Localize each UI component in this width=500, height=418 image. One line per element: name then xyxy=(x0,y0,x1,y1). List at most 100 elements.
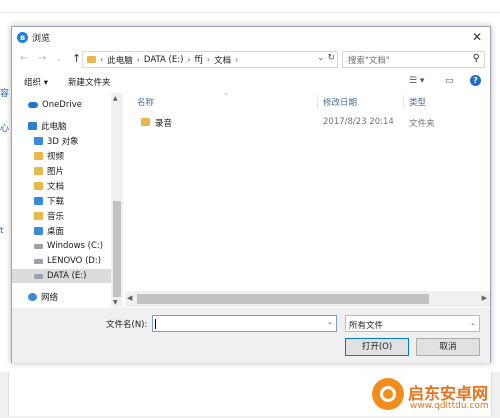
column-header-name[interactable]: 名称 xyxy=(137,96,154,108)
chevron-right-icon[interactable]: › xyxy=(100,55,103,64)
nav-item-label: OneDrive xyxy=(42,100,82,110)
nav-item-network[interactable]: 网络 xyxy=(28,290,58,304)
address-bar[interactable]: › 此电脑 › DATA (E:) › ffj › 文档 › ⌄ ↻ xyxy=(82,51,338,68)
file-list: ⌃ 名称 修改日期 类型 录音 2017/8/23 20:14 文件夹 xyxy=(125,92,490,307)
chevron-right-icon[interactable]: › xyxy=(187,55,190,64)
forward-arrow-icon[interactable]: → xyxy=(38,53,46,64)
new-folder-button[interactable]: 新建文件夹 xyxy=(68,76,111,88)
back-arrow-icon[interactable]: ← xyxy=(20,53,28,64)
breadcrumb-item[interactable]: 文档 xyxy=(214,54,231,66)
nav-item-desktop[interactable]: 桌面 xyxy=(34,224,64,238)
file-type: 文件夹 xyxy=(409,119,435,129)
sort-indicator-icon: ⌃ xyxy=(223,92,229,100)
text-caret xyxy=(155,319,156,329)
file-row[interactable]: 录音 2017/8/23 20:14 文件夹 xyxy=(125,114,490,130)
watermark-url: www.qdlttdu.com xyxy=(410,401,489,411)
nav-item-label: 音乐 xyxy=(47,212,65,222)
nav-item-label: LENOVO (D:) xyxy=(47,256,102,266)
scroll-left-icon[interactable]: ◀ xyxy=(127,294,132,302)
drive-d-icon xyxy=(34,258,43,264)
preview-pane-icon[interactable]: ▭ xyxy=(445,76,454,86)
nav-item-this-pc[interactable]: 此电脑 xyxy=(28,119,67,133)
nav-item-documents[interactable]: 文档 xyxy=(34,179,64,193)
nav-item-drive-d[interactable]: LENOVO (D:) xyxy=(34,254,101,268)
nav-item-label: 此电脑 xyxy=(41,122,67,132)
nav-item-drive-e[interactable]: DATA (E:) xyxy=(12,269,111,283)
background-text: 容 xyxy=(0,89,10,99)
scroll-down-icon[interactable]: ▼ xyxy=(113,299,118,306)
dialog-footer: 文件名(N): ⌄ 所有文件 ⌄ 打开(O) 取消 xyxy=(12,308,490,363)
view-options-icon[interactable]: ☰ ▾ xyxy=(409,76,424,86)
background-divider xyxy=(0,12,500,13)
nav-item-label: 网络 xyxy=(41,293,59,303)
close-button[interactable]: ✕ xyxy=(470,29,484,45)
nav-item-pictures[interactable]: 图片 xyxy=(34,164,64,178)
nav-item-label: DATA (E:) xyxy=(47,271,87,281)
chevron-right-icon[interactable]: › xyxy=(207,55,210,64)
recent-locations-icon[interactable]: ⌄ xyxy=(56,55,62,63)
folder-icon xyxy=(141,118,150,126)
help-icon[interactable]: ? xyxy=(470,75,481,86)
up-arrow-icon[interactable]: ↑ xyxy=(72,52,81,65)
search-input[interactable]: 搜索"文档" ⚲ xyxy=(342,51,485,68)
nav-item-downloads[interactable]: 下载 xyxy=(34,194,64,208)
app-icon: ʙ xyxy=(17,32,28,43)
drive-e-icon xyxy=(34,273,43,279)
scrollbar-thumb[interactable] xyxy=(113,201,121,297)
file-name: 录音 xyxy=(155,119,173,129)
nav-item-videos[interactable]: 视频 xyxy=(34,149,64,163)
folder-3d-icon xyxy=(34,137,43,145)
this-pc-icon xyxy=(28,122,37,130)
column-header-type[interactable]: 类型 xyxy=(409,96,426,108)
nav-item-label: 下载 xyxy=(47,197,65,207)
nav-item-label: 文档 xyxy=(47,182,65,192)
nav-item-label: Windows (C:) xyxy=(47,241,104,251)
breadcrumb-item[interactable]: ffj xyxy=(195,55,203,65)
file-list-hscrollbar[interactable]: ◀ ▶ xyxy=(125,291,490,307)
music-folder-icon xyxy=(34,212,43,220)
drive-c-icon xyxy=(34,243,43,249)
title-bar[interactable]: ʙ 浏览 ✕ xyxy=(12,27,490,47)
column-divider[interactable] xyxy=(317,95,318,109)
breadcrumb-item[interactable]: DATA (E:) xyxy=(144,55,183,65)
file-name-label: 文件名(N): xyxy=(106,320,148,330)
navigation-bar: ← → ⌄ ↑ › 此电脑 › DATA (E:) › ffj › 文档 › ⌄… xyxy=(12,48,490,70)
nav-item-drive-c[interactable]: Windows (C:) xyxy=(34,239,103,253)
nav-item-music[interactable]: 音乐 xyxy=(34,209,64,223)
chevron-right-icon[interactable]: › xyxy=(235,55,238,64)
scrollbar-thumb[interactable] xyxy=(137,294,429,304)
watermark-circle-icon xyxy=(372,378,404,410)
browse-dialog: ʙ 浏览 ✕ ← → ⌄ ↑ › 此电脑 › DATA (E:) › ffj ›… xyxy=(11,26,491,363)
nav-item-label: 视频 xyxy=(47,152,65,162)
toolbar: 组织 ▾ 新建文件夹 ☰ ▾ ▭ ? xyxy=(12,72,490,92)
address-history-icon[interactable]: ⌄ ↻ xyxy=(317,53,335,63)
organize-button[interactable]: 组织 ▾ xyxy=(24,76,48,88)
folder-icon xyxy=(87,56,96,63)
chevron-down-icon: ⌄ xyxy=(470,319,476,327)
column-header-date[interactable]: 修改日期 xyxy=(323,96,357,108)
breadcrumb-item[interactable]: 此电脑 xyxy=(107,54,133,66)
close-icon: ✕ xyxy=(471,30,483,44)
nav-pane-scrollbar[interactable]: ▲ ▼ xyxy=(111,93,123,307)
nav-item-3d-objects[interactable]: 3D 对象 xyxy=(34,134,79,148)
navigation-pane: OneDrive 此电脑 3D 对象 视频 图片 文档 下载 音乐 桌面 Win… xyxy=(12,93,124,307)
search-icon[interactable]: ⚲ xyxy=(473,53,480,64)
chevron-right-icon[interactable]: › xyxy=(137,55,140,64)
chevron-down-icon[interactable]: ⌄ xyxy=(327,318,333,326)
nav-item-onedrive[interactable]: OneDrive xyxy=(28,98,82,112)
scroll-right-icon[interactable]: ▶ xyxy=(482,294,487,302)
background-text: t xyxy=(0,226,4,236)
dialog-title: 浏览 xyxy=(32,34,51,44)
search-placeholder: 搜索"文档" xyxy=(348,56,390,66)
file-name-input[interactable]: ⌄ xyxy=(152,315,337,332)
column-divider[interactable] xyxy=(403,95,404,109)
scroll-up-icon[interactable]: ▲ xyxy=(113,95,118,102)
open-button[interactable]: 打开(O) xyxy=(345,338,409,356)
downloads-folder-icon xyxy=(34,197,43,205)
documents-folder-icon xyxy=(34,182,43,190)
file-type-select[interactable]: 所有文件 ⌄ xyxy=(345,315,480,332)
pictures-folder-icon xyxy=(34,167,43,175)
onedrive-icon xyxy=(28,102,38,108)
cancel-button[interactable]: 取消 xyxy=(416,338,480,356)
nav-item-label: 3D 对象 xyxy=(47,137,79,147)
